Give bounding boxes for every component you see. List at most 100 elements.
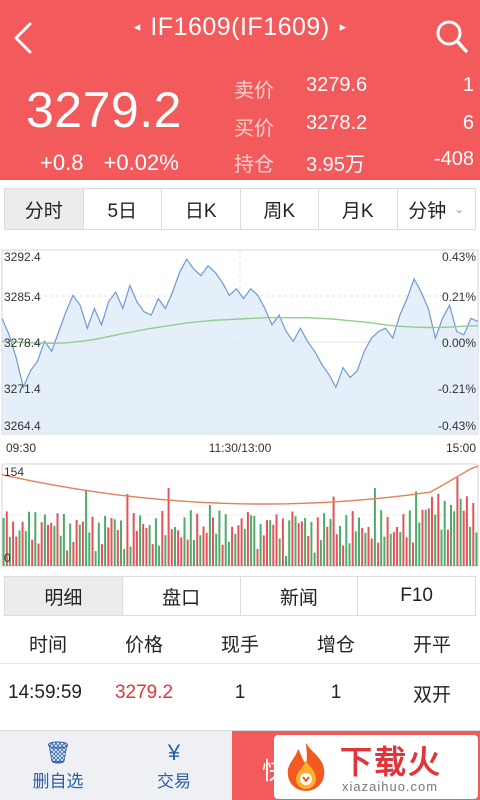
volume-bar <box>234 533 237 566</box>
volume-bar <box>231 526 234 566</box>
volume-bar <box>151 544 154 566</box>
volume-bar <box>123 549 126 566</box>
volume-bar <box>443 500 446 566</box>
volume-bar <box>396 527 399 566</box>
trash-icon: 🗑 <box>44 739 72 765</box>
volume-bar <box>427 508 430 566</box>
cell-open-close: 双开 <box>412 684 451 706</box>
volume-bar <box>129 546 132 566</box>
volume-bar <box>15 536 18 566</box>
time-tick-label: 15:00 <box>446 441 476 455</box>
volume-bar <box>462 510 465 566</box>
volume-bar <box>47 524 49 566</box>
bid-label: 买价 <box>234 118 274 140</box>
time-tick-label: 09:30 <box>6 441 36 455</box>
volume-bar <box>386 517 389 566</box>
volume-bar <box>237 525 240 566</box>
volume-bar <box>24 531 27 566</box>
watermark-logo: 下载火 xiazaihuo.com <box>274 735 478 799</box>
remove-watchlist-button[interactable]: 🗑 删自选 <box>0 731 116 800</box>
volume-bar <box>12 521 15 566</box>
volume-bar <box>243 528 246 566</box>
volume-bar <box>205 532 208 566</box>
col-time: 时间 <box>28 635 67 656</box>
chevron-down-icon: ⌄ <box>454 202 465 216</box>
tab-minute-dropdown[interactable]: 分钟 ⌄ <box>398 189 476 229</box>
volume-bar <box>183 517 186 566</box>
volume-bar <box>313 552 316 566</box>
next-contract-arrow-icon[interactable]: ▸ <box>330 19 357 35</box>
volume-bar <box>288 520 291 566</box>
volume-bar <box>31 539 34 566</box>
volume-bar <box>415 491 418 566</box>
volume-bar <box>262 535 265 566</box>
prev-contract-arrow-icon[interactable]: ◂ <box>124 19 151 35</box>
volume-bar <box>329 518 332 566</box>
volume-bar <box>21 521 24 566</box>
bid-price: 3278.2 <box>306 112 368 134</box>
volume-bar <box>180 537 183 566</box>
ask-label: 卖价 <box>234 80 274 102</box>
tab-weekly-k[interactable]: 周K <box>241 189 319 229</box>
volume-bar <box>373 488 376 566</box>
volume-bar <box>91 516 94 566</box>
volume-bar <box>332 496 335 566</box>
detail-tabs: 明细 盘口 新闻 F10 <box>4 576 476 616</box>
back-icon[interactable] <box>6 12 42 60</box>
percent-tick-label: 0.43% <box>442 250 476 264</box>
volume-bar <box>310 521 313 566</box>
quick-order-button[interactable]: 快 下载火 xiazaihuo.com <box>232 731 480 800</box>
tab-trade-detail[interactable]: 明细 <box>5 577 123 615</box>
col-price: 价格 <box>124 635 163 656</box>
tab-order-book[interactable]: 盘口 <box>123 577 241 615</box>
tab-monthly-k[interactable]: 月K <box>319 189 398 229</box>
volume-bar <box>450 504 452 566</box>
volume-bar <box>361 527 364 566</box>
volume-bar <box>453 511 456 566</box>
volume-bar <box>323 513 326 566</box>
tab-f10[interactable]: F10 <box>358 577 475 615</box>
tab-news[interactable]: 新闻 <box>241 577 359 615</box>
volume-bar <box>40 522 43 566</box>
time-tick-label: 11:30/13:00 <box>209 441 272 455</box>
volume-bar <box>370 538 373 566</box>
volume-bar <box>424 509 427 566</box>
volume-bar <box>437 493 440 566</box>
percent-tick-label: -0.21% <box>438 382 476 396</box>
volume-bar <box>256 548 259 566</box>
open-interest-row: 持仓 3.95万 -408 <box>234 148 474 182</box>
volume-bar <box>18 530 21 566</box>
volume-bar <box>389 533 392 566</box>
tab-daily-k[interactable]: 日K <box>162 189 241 229</box>
volume-bar <box>465 496 468 566</box>
contract-title: IF1609(IF1609) <box>150 12 330 41</box>
volume-bar <box>364 532 367 566</box>
volume-bar <box>56 513 59 566</box>
volume-bar <box>224 514 227 566</box>
volume-bar <box>367 526 370 566</box>
volume-bar <box>72 542 75 566</box>
volume-bar <box>253 515 256 566</box>
volume-bar <box>218 510 221 566</box>
tab-5day[interactable]: 5日 <box>84 189 162 229</box>
intraday-chart-area[interactable]: 3292.4 3285.4 3278.4 3271.4 3264.4 0.43% 0.21%… <box>0 236 480 570</box>
price-tick-label: 3285.4 <box>4 290 41 304</box>
volume-bar <box>116 530 119 566</box>
logo-text: 下载火 <box>340 743 443 781</box>
search-icon[interactable] <box>432 12 472 60</box>
volume-bar <box>285 556 287 566</box>
volume-bar <box>326 526 329 566</box>
trade-button[interactable]: ¥ 交易 <box>116 731 232 800</box>
volume-bar <box>316 517 319 566</box>
contract-title-bar: ◂ IF1609(IF1609) ▸ <box>60 10 420 44</box>
volume-bar <box>418 522 421 566</box>
volume-bar <box>297 523 300 566</box>
volume-bar <box>81 521 84 566</box>
volume-bar <box>291 511 294 566</box>
volume-bar <box>132 513 135 566</box>
volume-tick-label: 0 <box>4 551 11 565</box>
volume-bar <box>170 529 173 566</box>
volume-bar <box>221 544 224 566</box>
tab-intraday[interactable]: 分时 <box>5 189 84 229</box>
ask-row: 卖价 3279.6 1 <box>234 74 474 108</box>
